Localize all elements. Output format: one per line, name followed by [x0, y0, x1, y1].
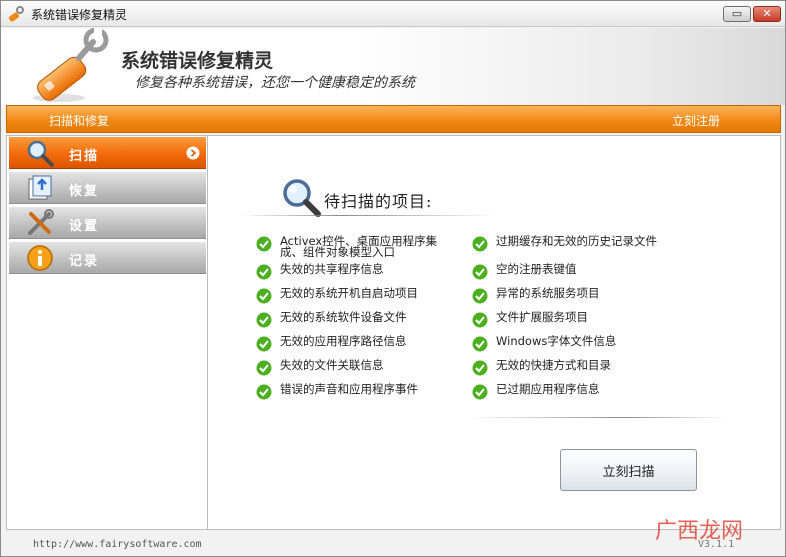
check-icon	[256, 312, 272, 328]
app-slogan: 修复各种系统错误，还您一个健康稳定的系统	[135, 75, 415, 91]
divider	[238, 215, 498, 216]
app-name: 系统错误修复精灵	[121, 50, 274, 72]
divider	[468, 417, 728, 418]
check-icon	[472, 360, 488, 376]
check-icon	[256, 360, 272, 376]
title-bar[interactable]: 系统错误修复精灵 ▭ ✕	[1, 1, 785, 27]
sidebar-item-scan[interactable]: 扫描	[9, 137, 206, 169]
check-icon	[256, 236, 272, 252]
window-title: 系统错误修复精灵	[31, 8, 128, 22]
scan-item: 异常的系统服务项目	[472, 287, 672, 310]
sidebar-item-settings[interactable]: 设置	[9, 207, 206, 239]
check-icon	[472, 336, 488, 352]
scan-item: 已过期应用程序信息	[472, 383, 672, 406]
scan-heading: 待扫描的项目:	[280, 176, 540, 220]
main-panel: 待扫描的项目: Activex控件、桌面应用程序集成、组件对象模型入口 失效的共…	[208, 135, 781, 530]
close-button[interactable]: ✕	[753, 6, 781, 22]
scan-item-text: 空的注册表键值	[496, 262, 577, 276]
sidebar-item-label: 设置	[69, 219, 100, 234]
scan-item-text: 失效的共享程序信息	[280, 262, 384, 276]
check-icon	[472, 312, 488, 328]
scan-item: 无效的系统软件设备文件	[256, 311, 456, 334]
app-wrench-icon	[8, 6, 24, 22]
check-icon	[472, 288, 488, 304]
tab-scan-and-repair[interactable]: 扫描和修复	[49, 112, 109, 129]
check-icon	[472, 236, 488, 252]
check-icon	[256, 264, 272, 280]
watermark-text: 广西龙网	[655, 519, 744, 544]
sidebar-item-log[interactable]: 记录	[9, 242, 206, 274]
register-link[interactable]: 立刻注册	[672, 112, 720, 129]
scan-item-text: 错误的声音和应用程序事件	[280, 382, 418, 396]
tools-icon	[28, 209, 54, 235]
sidebar-item-label: 扫描	[69, 149, 100, 164]
scan-item: 失效的共享程序信息	[256, 263, 456, 286]
app-window: 系统错误修复精灵 ▭ ✕ 系统错误修复精灵 修复各种系统错误，还您一个健康稳定的…	[0, 0, 786, 557]
scan-item-text: Windows字体文件信息	[496, 334, 617, 348]
website-link[interactable]: http://www.fairysoftware.com	[33, 539, 202, 550]
minimize-button[interactable]: ▭	[723, 6, 751, 22]
scan-item-text: 已过期应用程序信息	[496, 382, 600, 396]
magnifier-icon	[27, 140, 54, 167]
sidebar-item-restore[interactable]: 恢复	[9, 172, 206, 204]
wrench-logo-icon	[33, 28, 109, 102]
chevron-right-icon	[186, 146, 200, 160]
scan-item: 失效的文件关联信息	[256, 359, 456, 382]
scan-item-text: 异常的系统服务项目	[496, 286, 600, 300]
sidebar: 扫描 恢复 设置 记录	[6, 135, 208, 530]
check-icon	[256, 384, 272, 400]
magnifier-icon	[283, 179, 321, 217]
scan-item-text: 无效的系统开机自启动项目	[280, 286, 418, 300]
info-icon	[27, 245, 53, 271]
scan-item: 过期缓存和无效的历史记录文件	[472, 235, 672, 258]
header-banner: 系统错误修复精灵 修复各种系统错误，还您一个健康稳定的系统	[1, 28, 785, 105]
scan-item-text: 无效的应用程序路径信息	[280, 334, 407, 348]
scan-item: 无效的快捷方式和目录	[472, 359, 672, 382]
scan-item: 无效的应用程序路径信息	[256, 335, 456, 358]
scan-item-text: 无效的系统软件设备文件	[280, 310, 407, 324]
scan-item-text: 文件扩展服务项目	[496, 310, 588, 324]
scan-item-text: 过期缓存和无效的历史记录文件	[496, 234, 657, 248]
scan-item: Windows字体文件信息	[472, 335, 672, 358]
check-icon	[472, 264, 488, 280]
check-icon	[256, 336, 272, 352]
sidebar-item-label: 恢复	[69, 184, 100, 199]
restore-icon	[28, 175, 52, 200]
sidebar-item-label: 记录	[69, 254, 100, 269]
scan-item: Activex控件、桌面应用程序集成、组件对象模型入口	[256, 235, 456, 258]
check-icon	[256, 288, 272, 304]
scan-item: 文件扩展服务项目	[472, 311, 672, 334]
scan-now-button[interactable]: 立刻扫描	[560, 449, 697, 491]
scan-item: 无效的系统开机自启动项目	[256, 287, 456, 310]
orange-toolbar: 扫描和修复 立刻注册	[6, 105, 781, 133]
scan-item-text: Activex控件、桌面应用程序集成、组件对象模型入口	[280, 234, 438, 259]
scan-item: 错误的声音和应用程序事件	[256, 383, 456, 406]
scan-item-text: 无效的快捷方式和目录	[496, 358, 611, 372]
scan-heading-text: 待扫描的项目:	[324, 192, 433, 211]
scan-item-text: 失效的文件关联信息	[280, 358, 384, 372]
check-icon	[472, 384, 488, 400]
scan-item: 空的注册表键值	[472, 263, 672, 286]
